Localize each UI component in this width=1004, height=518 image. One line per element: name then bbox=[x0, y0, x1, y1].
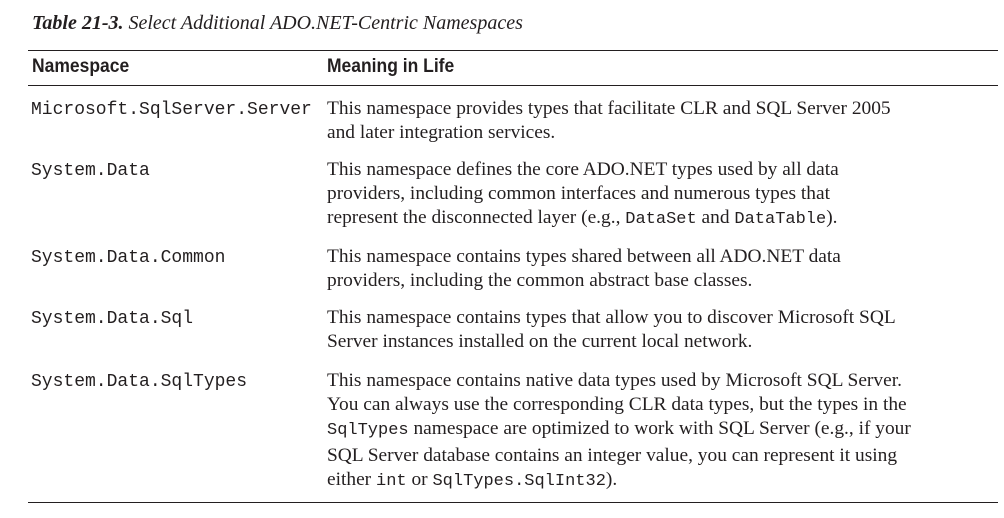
meaning-line: Server instances installed on the curren… bbox=[327, 331, 753, 353]
meaning-line: This namespace provides types that facil… bbox=[327, 98, 891, 119]
meaning-line: represent the disconnected layer (e.g., … bbox=[327, 206, 995, 232]
meaning-text: ). bbox=[605, 468, 618, 490]
meaning-cell: This namespace contains types shared bet… bbox=[327, 245, 995, 293]
meaning-text: and bbox=[696, 207, 735, 229]
meaning-line: and later integration services. bbox=[327, 122, 556, 144]
namespace-cell: System.Data.Common bbox=[31, 248, 226, 268]
meaning-line: SQL Server database contains an integer … bbox=[327, 444, 898, 466]
table-title: Select Additional ADO.NET-Centric Namesp… bbox=[128, 12, 523, 34]
meaning-cell: This namespace provides types that facil… bbox=[327, 97, 995, 145]
inline-code: int bbox=[376, 471, 407, 491]
column-header-meaning: Meaning in Life bbox=[327, 56, 455, 77]
meaning-line: providers, including common interfaces a… bbox=[327, 183, 830, 205]
column-header-namespace: Namespace bbox=[32, 56, 130, 77]
meaning-cell: This namespace contains native data type… bbox=[327, 369, 995, 494]
namespace-cell: System.Data.SqlTypes bbox=[31, 372, 248, 392]
meaning-line: You can always use the corresponding CLR… bbox=[327, 394, 907, 416]
bottom-rule bbox=[28, 502, 998, 503]
meaning-line: either int or SqlTypes.SqlInt32). bbox=[327, 468, 995, 494]
namespace-cell: System.Data bbox=[31, 161, 150, 181]
inline-code: DataSet bbox=[625, 210, 697, 230]
namespace-cell: System.Data.Sql bbox=[31, 309, 194, 329]
top-rule bbox=[28, 50, 998, 51]
meaning-text: represent the disconnected layer (e.g., bbox=[327, 207, 626, 229]
meaning-line: providers, including the common abstract… bbox=[327, 270, 753, 292]
meaning-line: SqlTypes namespace are optimized to work… bbox=[327, 417, 995, 443]
meaning-line: This namespace contains types that allow… bbox=[327, 307, 896, 328]
inline-code: SqlTypes bbox=[327, 421, 409, 441]
meaning-text: namespace are optimized to work with SQL… bbox=[408, 418, 911, 440]
meaning-cell: This namespace defines the core ADO.NET … bbox=[327, 158, 995, 233]
header-rule bbox=[28, 85, 998, 86]
meaning-line: This namespace defines the core ADO.NET … bbox=[327, 159, 839, 180]
meaning-text: either bbox=[327, 468, 376, 490]
inline-code: SqlTypes.SqlInt32 bbox=[432, 471, 606, 491]
meaning-line: This namespace contains types shared bet… bbox=[327, 246, 841, 267]
table-number: Table 21-3. bbox=[32, 12, 124, 34]
meaning-line: This namespace contains native data type… bbox=[327, 370, 902, 391]
inline-code: DataTable bbox=[734, 210, 827, 230]
namespace-cell: Microsoft.SqlServer.Server bbox=[31, 100, 312, 120]
meaning-cell: This namespace contains types that allow… bbox=[327, 306, 995, 354]
table-caption: Table 21-3. Select Additional ADO.NET-Ce… bbox=[32, 12, 523, 35]
meaning-text: or bbox=[406, 468, 433, 490]
meaning-text: ). bbox=[826, 207, 838, 229]
